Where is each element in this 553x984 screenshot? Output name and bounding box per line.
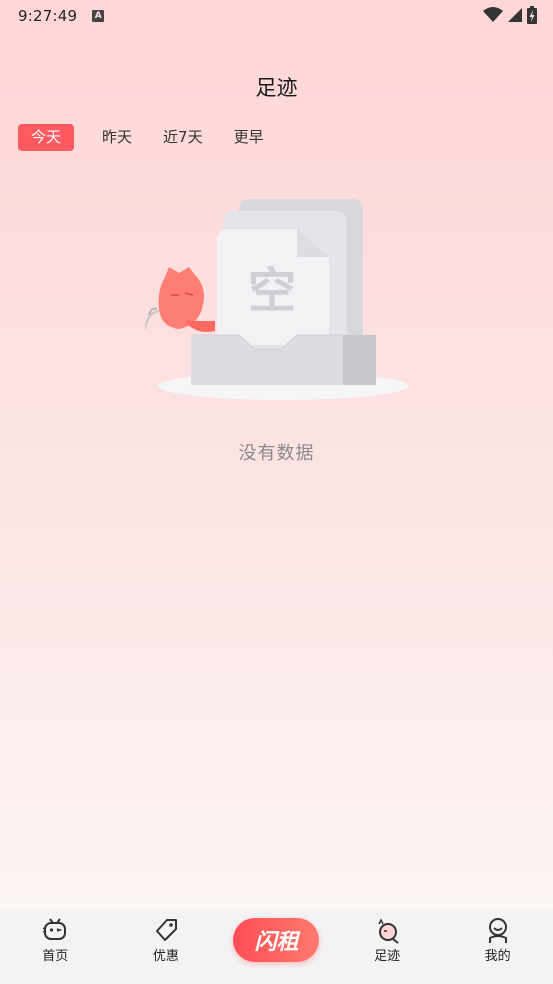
status-indicators bbox=[483, 6, 537, 24]
bottom-navigation: 首页 优惠 闪租 足迹 我的 bbox=[0, 910, 553, 984]
empty-state-illustration: 空 bbox=[145, 199, 408, 400]
nav-home[interactable]: 首页 bbox=[15, 916, 95, 964]
wifi-icon bbox=[483, 7, 503, 22]
empty-state-message: 没有数据 bbox=[238, 443, 315, 464]
nav-profile-label: 我的 bbox=[484, 949, 511, 964]
battery-icon bbox=[527, 6, 537, 24]
tab-yesterday[interactable]: 昨天 bbox=[92, 124, 142, 151]
nav-footprints[interactable]: 足迹 bbox=[347, 916, 427, 964]
tab-last-7-days[interactable]: 近7天 bbox=[153, 124, 213, 151]
notification-icon: A bbox=[92, 10, 105, 22]
flash-rent-logo-button[interactable]: 闪租 bbox=[233, 918, 320, 962]
tag-icon bbox=[155, 919, 177, 941]
status-time: 9:27:49 bbox=[18, 7, 78, 25]
tab-earlier[interactable]: 更早 bbox=[224, 124, 274, 151]
nav-flash-rent[interactable]: 闪租 bbox=[233, 916, 320, 962]
tv-mascot-icon bbox=[42, 918, 67, 940]
empty-document-label: 空 bbox=[248, 263, 296, 319]
nav-home-label: 首页 bbox=[42, 949, 69, 964]
smiley-person-icon bbox=[488, 918, 507, 943]
nav-profile[interactable]: 我的 bbox=[458, 916, 538, 964]
tab-today[interactable]: 今天 bbox=[18, 124, 75, 151]
page-title: 足迹 bbox=[255, 76, 298, 100]
signal-icon bbox=[508, 8, 522, 22]
date-filter-tabs: 今天 昨天 近7天 更早 bbox=[18, 124, 285, 151]
footprint-icon bbox=[378, 918, 399, 944]
status-bar: 9:27:49 A bbox=[0, 0, 553, 32]
nav-discounts-label: 优惠 bbox=[152, 949, 179, 964]
nav-discounts[interactable]: 优惠 bbox=[126, 916, 206, 964]
nav-footprints-label: 足迹 bbox=[374, 949, 401, 964]
cat-mascot-icon bbox=[145, 267, 215, 332]
